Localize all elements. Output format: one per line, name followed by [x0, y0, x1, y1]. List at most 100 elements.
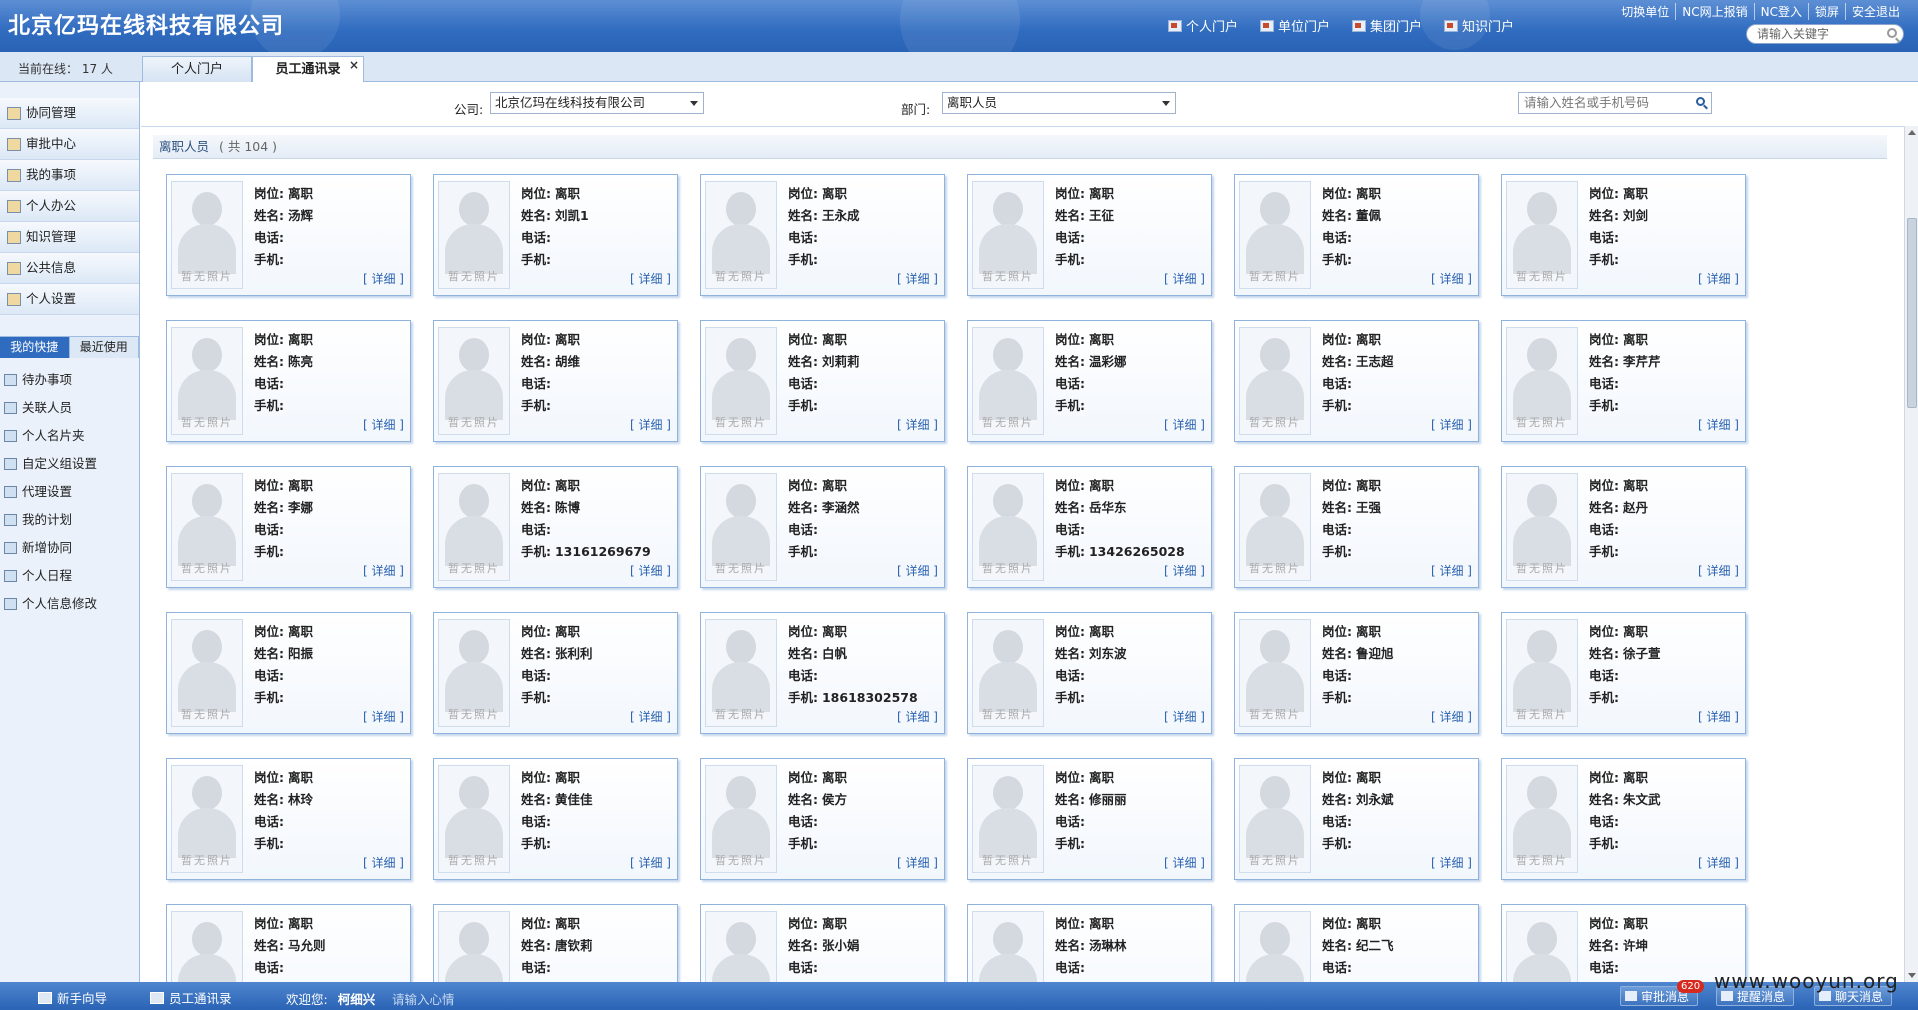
employee-card[interactable]: 暂无照片 岗位: 离职 姓名: 刘凯1 电话: 手机: [ 详细 ]: [433, 174, 678, 296]
quick-link[interactable]: 自定义组设置: [0, 450, 139, 478]
sidebar-item-collaboration[interactable]: 协同管理: [0, 98, 139, 129]
portal-group[interactable]: 集团门户: [1352, 16, 1422, 35]
detail-link[interactable]: [ 详细 ]: [1164, 562, 1205, 579]
tab-personal-portal[interactable]: 个人门户: [142, 56, 252, 82]
employee-card[interactable]: 暂无照片 岗位: 离职 姓名: 李芹芹 电话: 手机: [ 详细 ]: [1501, 320, 1746, 442]
employee-card[interactable]: 暂无照片 岗位: 离职 姓名: 赵丹 电话: 手机: [ 详细 ]: [1501, 466, 1746, 588]
quick-link[interactable]: 我的计划: [0, 506, 139, 534]
portal-personal[interactable]: 个人门户: [1168, 16, 1238, 35]
employee-card[interactable]: 暂无照片岗位: 离职姓名: 马允则电话: 手机: [ 详细 ]: [166, 904, 411, 982]
switch-unit-link[interactable]: 切换单位: [1615, 3, 1675, 20]
detail-link[interactable]: [ 详细 ]: [1164, 854, 1205, 871]
detail-link[interactable]: [ 详细 ]: [630, 562, 671, 579]
scroll-thumb[interactable]: [1907, 218, 1917, 408]
employee-card[interactable]: 暂无照片 岗位: 离职 姓名: 刘莉莉 电话: 手机: [ 详细 ]: [700, 320, 945, 442]
quick-link[interactable]: 个人信息修改: [0, 590, 139, 618]
employee-card[interactable]: 暂无照片岗位: 离职姓名: 许坤电话: 手机: [ 详细 ]: [1501, 904, 1746, 982]
name-phone-search-input[interactable]: 请输入姓名或手机号码: [1518, 92, 1712, 114]
detail-link[interactable]: [ 详细 ]: [1698, 416, 1739, 433]
detail-link[interactable]: [ 详细 ]: [1164, 708, 1205, 725]
detail-link[interactable]: [ 详细 ]: [363, 708, 404, 725]
detail-link[interactable]: [ 详细 ]: [363, 854, 404, 871]
detail-link[interactable]: [ 详细 ]: [897, 854, 938, 871]
employee-card[interactable]: 暂无照片 岗位: 离职 姓名: 胡维 电话: 手机: [ 详细 ]: [433, 320, 678, 442]
tab-my-shortcuts[interactable]: 我的快捷: [0, 337, 70, 358]
detail-link[interactable]: [ 详细 ]: [1431, 562, 1472, 579]
directory-button[interactable]: 员工通讯录: [150, 988, 232, 1007]
employee-card[interactable]: 暂无照片 岗位: 离职 姓名: 刘永斌 电话: 手机: [ 详细 ]: [1234, 758, 1479, 880]
close-icon[interactable]: ×: [349, 52, 359, 78]
detail-link[interactable]: [ 详细 ]: [1431, 270, 1472, 287]
department-select[interactable]: 离职人员: [942, 92, 1176, 114]
employee-card[interactable]: 暂无照片 岗位: 离职 姓名: 陈博 电话: 手机: 13161269679[ 详细 …: [433, 466, 678, 588]
quick-link[interactable]: 关联人员: [0, 394, 139, 422]
detail-link[interactable]: [ 详细 ]: [897, 416, 938, 433]
scroll-down-icon[interactable]: [1908, 973, 1916, 978]
employee-card[interactable]: 暂无照片 岗位: 离职 姓名: 刘剑 电话: 手机: [ 详细 ]: [1501, 174, 1746, 296]
sidebar-item-knowledge[interactable]: 知识管理: [0, 222, 139, 253]
employee-card[interactable]: 暂无照片 岗位: 离职 姓名: 白帆 电话: 手机: 18618302578[ 详细 …: [700, 612, 945, 734]
employee-card[interactable]: 暂无照片 岗位: 离职 姓名: 林玲 电话: 手机: [ 详细 ]: [166, 758, 411, 880]
detail-link[interactable]: [ 详细 ]: [897, 562, 938, 579]
employee-card[interactable]: 暂无照片岗位: 离职姓名: 唐钦莉电话: 手机: [ 详细 ]: [433, 904, 678, 982]
employee-card[interactable]: 暂无照片 岗位: 离职 姓名: 朱文武 电话: 手机: [ 详细 ]: [1501, 758, 1746, 880]
quick-link[interactable]: 待办事项: [0, 366, 139, 394]
employee-card[interactable]: 暂无照片 岗位: 离职 姓名: 王志超 电话: 手机: [ 详细 ]: [1234, 320, 1479, 442]
employee-card[interactable]: 暂无照片 岗位: 离职 姓名: 陈亮 电话: 手机: [ 详细 ]: [166, 320, 411, 442]
employee-card[interactable]: 暂无照片 岗位: 离职 姓名: 岳华东 电话: 手机: 13426265028[ 详细…: [967, 466, 1212, 588]
mood-input[interactable]: 请输入心情: [392, 989, 455, 1008]
employee-card[interactable]: 暂无照片岗位: 离职姓名: 张小娟电话: 手机: [ 详细 ]: [700, 904, 945, 982]
portal-unit[interactable]: 单位门户: [1260, 16, 1330, 35]
detail-link[interactable]: [ 详细 ]: [1164, 270, 1205, 287]
detail-link[interactable]: [ 详细 ]: [363, 416, 404, 433]
sidebar-item-approval[interactable]: 审批中心: [0, 129, 139, 160]
employee-card[interactable]: 暂无照片 岗位: 离职 姓名: 汤辉 电话: 手机: [ 详细 ]: [166, 174, 411, 296]
employee-card[interactable]: 暂无照片岗位: 离职姓名: 纪二飞电话: 手机: [ 详细 ]: [1234, 904, 1479, 982]
nc-reimburse-link[interactable]: NC网上报销: [1675, 3, 1753, 20]
detail-link[interactable]: [ 详细 ]: [1164, 416, 1205, 433]
search-icon[interactable]: [1887, 28, 1897, 38]
employee-card[interactable]: 暂无照片 岗位: 离职 姓名: 王永成 电话: 手机: [ 详细 ]: [700, 174, 945, 296]
employee-card[interactable]: 暂无照片 岗位: 离职 姓名: 侯方 电话: 手机: [ 详细 ]: [700, 758, 945, 880]
tab-recent[interactable]: 最近使用: [69, 337, 139, 358]
employee-card[interactable]: 暂无照片 岗位: 离职 姓名: 黄佳佳 电话: 手机: [ 详细 ]: [433, 758, 678, 880]
nc-login-link[interactable]: NC登入: [1753, 3, 1808, 20]
company-select[interactable]: 北京亿玛在线科技有限公司: [490, 92, 704, 114]
employee-card[interactable]: 暂无照片 岗位: 离职 姓名: 李娜 电话: 手机: [ 详细 ]: [166, 466, 411, 588]
detail-link[interactable]: [ 详细 ]: [630, 416, 671, 433]
detail-link[interactable]: [ 详细 ]: [630, 708, 671, 725]
detail-link[interactable]: [ 详细 ]: [630, 854, 671, 871]
detail-link[interactable]: [ 详细 ]: [1698, 562, 1739, 579]
portal-knowledge[interactable]: 知识门户: [1444, 16, 1514, 35]
logout-link[interactable]: 安全退出: [1844, 3, 1906, 20]
employee-card[interactable]: 暂无照片 岗位: 离职 姓名: 阳振 电话: 手机: [ 详细 ]: [166, 612, 411, 734]
employee-card[interactable]: 暂无照片 岗位: 离职 姓名: 李涵然 电话: 手机: [ 详细 ]: [700, 466, 945, 588]
beginner-guide-button[interactable]: 新手向导: [38, 988, 107, 1007]
detail-link[interactable]: [ 详细 ]: [1698, 270, 1739, 287]
detail-link[interactable]: [ 详细 ]: [1698, 854, 1739, 871]
detail-link[interactable]: [ 详细 ]: [1431, 854, 1472, 871]
sidebar-item-my-matters[interactable]: 我的事项: [0, 160, 139, 191]
scroll-up-icon[interactable]: [1908, 130, 1916, 135]
sidebar-item-personal-office[interactable]: 个人办公: [0, 191, 139, 222]
detail-link[interactable]: [ 详细 ]: [1698, 708, 1739, 725]
detail-link[interactable]: [ 详细 ]: [363, 270, 404, 287]
employee-card[interactable]: 暂无照片 岗位: 离职 姓名: 温彩娜 电话: 手机: [ 详细 ]: [967, 320, 1212, 442]
employee-card[interactable]: 暂无照片 岗位: 离职 姓名: 董佩 电话: 手机: [ 详细 ]: [1234, 174, 1479, 296]
quick-link[interactable]: 个人名片夹: [0, 422, 139, 450]
quick-link[interactable]: 代理设置: [0, 478, 139, 506]
sidebar-item-public-info[interactable]: 公共信息: [0, 253, 139, 284]
quick-link[interactable]: 个人日程: [0, 562, 139, 590]
detail-link[interactable]: [ 详细 ]: [363, 562, 404, 579]
tab-employee-directory[interactable]: 员工通讯录 ×: [252, 56, 364, 83]
employee-card[interactable]: 暂无照片 岗位: 离职 姓名: 张利利 电话: 手机: [ 详细 ]: [433, 612, 678, 734]
search-icon[interactable]: [1696, 97, 1705, 106]
detail-link[interactable]: [ 详细 ]: [897, 270, 938, 287]
detail-link[interactable]: [ 详细 ]: [897, 708, 938, 725]
lock-screen-link[interactable]: 锁屏: [1807, 3, 1845, 20]
keyword-search-input[interactable]: 请输入关键字: [1746, 24, 1904, 44]
detail-link[interactable]: [ 详细 ]: [630, 270, 671, 287]
employee-card[interactable]: 暂无照片 岗位: 离职 姓名: 王强 电话: 手机: [ 详细 ]: [1234, 466, 1479, 588]
quick-link[interactable]: 新增协同: [0, 534, 139, 562]
employee-card[interactable]: 暂无照片 岗位: 离职 姓名: 鲁迎旭 电话: 手机: [ 详细 ]: [1234, 612, 1479, 734]
